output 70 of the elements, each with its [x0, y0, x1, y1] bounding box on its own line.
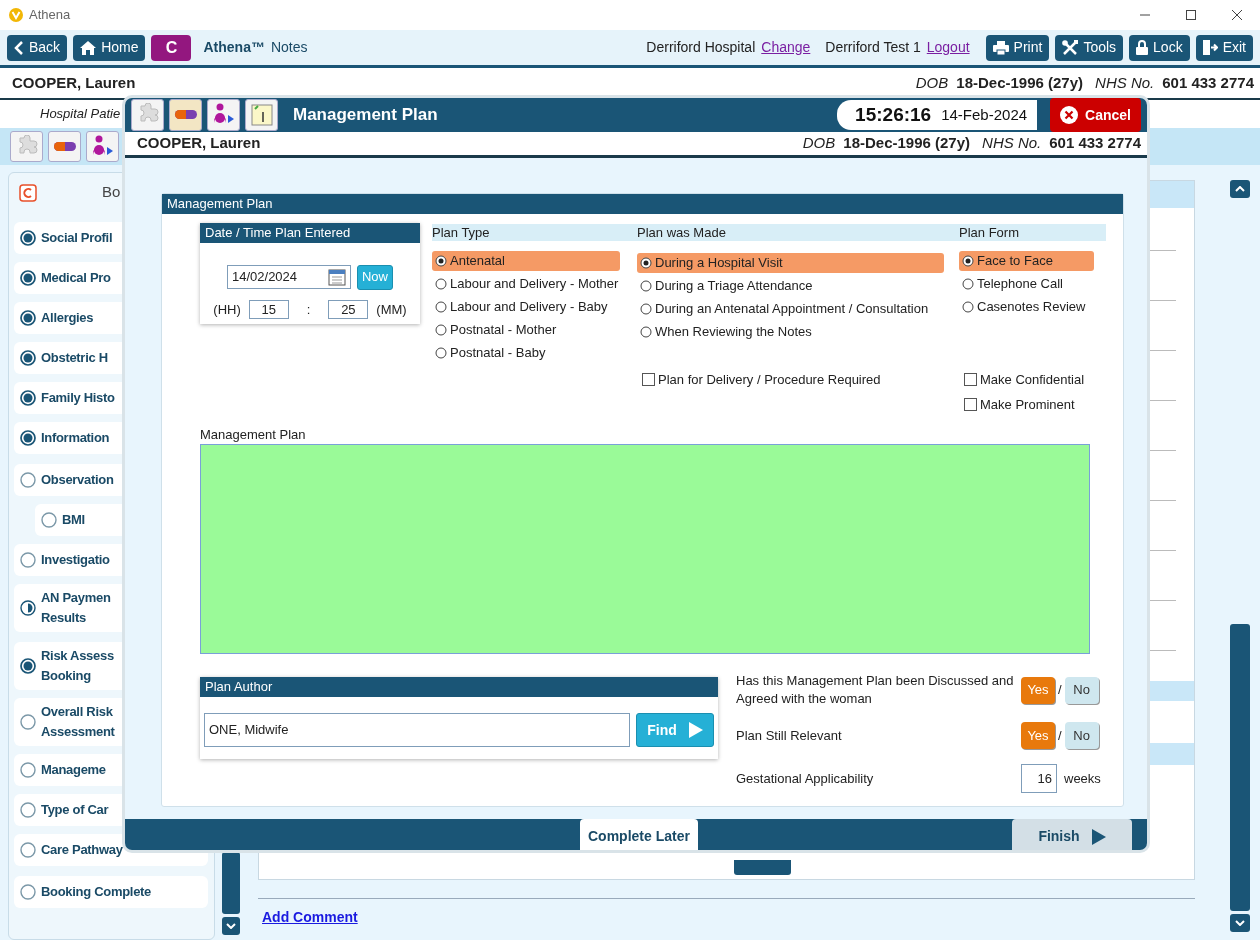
date-field[interactable]: 14/02/2024 [227, 265, 351, 289]
window-title: Athena [29, 6, 71, 25]
user-label: Derriford Test 1 [825, 38, 921, 57]
app-name: Athena™ [203, 38, 265, 57]
minute-field[interactable]: 25 [328, 299, 369, 319]
unit-label: weeks [1064, 769, 1101, 788]
complete-later-button[interactable]: Complete Later [580, 819, 698, 850]
dialog-title: Management Plan [293, 104, 439, 127]
dob-label: DOB [915, 72, 949, 93]
radio-option[interactable]: Telephone Call [959, 273, 1094, 294]
toggle-button[interactable]: No [1064, 722, 1099, 749]
hour-field[interactable]: 15 [248, 299, 289, 319]
question-label: Plan Still Relevant [736, 726, 843, 745]
column-header: Plan was Made [637, 223, 959, 241]
nhs-number: 601 433 2774 [1162, 72, 1254, 93]
column-header: Plan Form [959, 223, 1106, 241]
checkbox-option[interactable]: Make Prominent [959, 394, 1081, 415]
cancel-button[interactable]: Cancel [1050, 98, 1141, 132]
dob-label: DOB [802, 133, 836, 153]
add-comment-link[interactable]: Add Comment [262, 909, 358, 925]
patient-name: COOPER, Lauren [137, 133, 261, 153]
toggle-button[interactable]: No [1064, 676, 1099, 704]
author-field[interactable]: ONE, Midwife [204, 713, 631, 747]
back-button[interactable]: Back [7, 34, 68, 61]
logout-link[interactable]: Logout [926, 37, 970, 58]
nhs-label: NHS No. [1095, 72, 1155, 93]
radio-option[interactable]: Labour and Delivery - Mother [432, 273, 620, 294]
lock-button[interactable]: Lock [1129, 34, 1190, 61]
home-button[interactable]: Home [73, 34, 146, 61]
question-label: Gestational Applicability [736, 769, 875, 788]
hour-label: (HH) [213, 300, 241, 319]
radio-option[interactable]: Postnatal - Mother [432, 319, 620, 340]
exit-button[interactable]: Exit [1195, 34, 1253, 61]
nhs-number: 601 433 2774 [1049, 133, 1141, 153]
clock-time: 15:26:16 [855, 102, 932, 127]
sidebar-heading: Bo [102, 182, 121, 203]
radio-option[interactable]: Antenatal [432, 250, 620, 271]
dob-value: 18-Dec-1996 (27y) [956, 72, 1084, 93]
toggle-separator: / [1058, 726, 1062, 745]
location-label: Derriford Hospital [646, 38, 756, 57]
dob-value: 18-Dec-1996 (27y) [843, 133, 971, 153]
time-separator: : [306, 300, 311, 319]
clock-date: 14-Feb-2024 [941, 104, 1028, 125]
minute-label: (MM) [376, 300, 407, 319]
print-button[interactable]: Print [985, 34, 1050, 61]
column-header: Plan Type [432, 223, 637, 241]
radio-option[interactable]: Labour and Delivery - Baby [432, 296, 620, 317]
checkbox-option[interactable]: Make Confidential [959, 369, 1091, 390]
number-field[interactable]: 16 [1021, 764, 1057, 793]
toggle-separator: / [1058, 681, 1062, 700]
question-label: Has this Management Plan been Discussed and Agreed with the woman [736, 672, 1015, 708]
card-title: Date / Time Plan Entered [200, 222, 420, 243]
app-subtitle: Notes [270, 38, 308, 57]
radio-option[interactable]: Postnatal - Baby [432, 342, 620, 363]
radio-option[interactable]: Casenotes Review [959, 296, 1094, 317]
radio-option[interactable]: During a Triage Attendance [637, 275, 944, 296]
patient-name: COOPER, Lauren [12, 72, 136, 93]
app-button[interactable]: C [151, 34, 192, 61]
radio-option[interactable]: During an Antenatal Appointment / Consultation [637, 298, 944, 319]
sidebar-item[interactable]: Booking Complete [14, 876, 208, 908]
checkbox-option[interactable]: Plan for Delivery / Procedure Required [637, 369, 887, 390]
subheader-label: Hospital Patie [40, 105, 121, 124]
nhs-label: NHS No. [982, 133, 1042, 153]
card-title: Plan Author [200, 677, 718, 697]
change-link[interactable]: Change [761, 37, 811, 58]
radio-option[interactable]: When Reviewing the Notes [637, 321, 944, 342]
radio-option[interactable]: Face to Face [959, 250, 1094, 271]
radio-option[interactable]: During a Hospital Visit [637, 252, 944, 273]
section-header: Management Plan [162, 193, 1123, 214]
tools-button[interactable]: Tools [1055, 34, 1124, 61]
